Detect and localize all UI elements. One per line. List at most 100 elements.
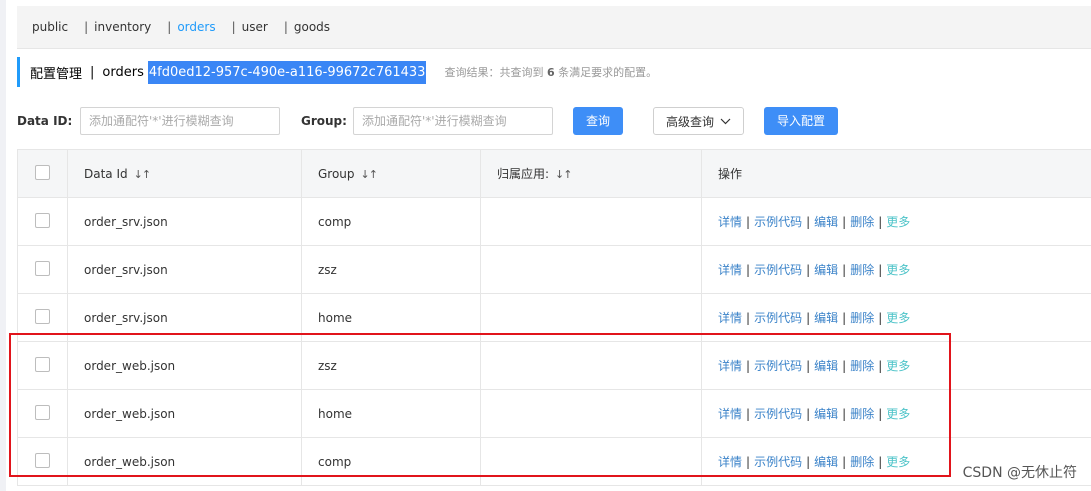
namespace-separator: |	[167, 20, 172, 34]
action-separator: |	[878, 215, 883, 229]
action-link[interactable]: 示例代码	[754, 311, 802, 325]
sort-icon[interactable]: ↓↑	[555, 168, 572, 181]
row-checkbox[interactable]	[35, 356, 50, 372]
row-select-cell	[17, 293, 68, 342]
row-checkbox[interactable]	[35, 212, 50, 228]
action-separator: |	[842, 455, 847, 469]
namespace-id-selected[interactable]: 4fd0ed12-957c-490e-a116-99672c761433	[147, 60, 427, 84]
group-input[interactable]	[353, 107, 553, 135]
data-id-cell: order_web.json	[67, 341, 302, 390]
action-separator: |	[806, 263, 811, 277]
namespace-tab-goods[interactable]: | goods	[276, 20, 338, 34]
table-row: order_web.json home 详情 | 示例代码 | 编辑 | 删除 | 更多	[17, 389, 1091, 438]
action-link[interactable]: 更多	[886, 407, 910, 421]
action-link[interactable]: 详情	[718, 215, 742, 229]
action-separator: |	[806, 215, 811, 229]
action-link[interactable]: 删除	[850, 407, 874, 421]
action-link[interactable]: 编辑	[814, 407, 838, 421]
namespace-tab-public[interactable]: public	[17, 20, 76, 34]
action-link[interactable]: 编辑	[814, 311, 838, 325]
row-select-cell	[17, 197, 68, 246]
action-link[interactable]: 更多	[886, 215, 910, 229]
result-count: 6	[546, 66, 555, 79]
action-separator: |	[746, 311, 751, 325]
column-label: 归属应用:	[497, 167, 550, 181]
row-checkbox[interactable]	[35, 308, 50, 324]
page-header: 配置管理 | orders 4fd0ed12-957c-490e-a116-99…	[17, 57, 657, 87]
group-cell: comp	[301, 437, 481, 486]
select-all-cell	[17, 149, 68, 198]
actions-cell: 详情 | 示例代码 | 编辑 | 删除 | 更多	[701, 197, 1091, 246]
actions-cell: 详情 | 示例代码 | 编辑 | 删除 | 更多	[701, 389, 1091, 438]
action-link[interactable]: 编辑	[814, 215, 838, 229]
select-all-checkbox[interactable]	[35, 164, 50, 180]
page-title: 配置管理	[30, 66, 83, 82]
action-link[interactable]: 删除	[850, 215, 874, 229]
table-row: order_srv.json comp 详情 | 示例代码 | 编辑 | 删除 | 更多	[17, 197, 1091, 246]
action-separator: |	[842, 359, 847, 373]
action-separator: |	[746, 455, 751, 469]
action-link[interactable]: 删除	[850, 311, 874, 325]
action-link[interactable]: 示例代码	[754, 359, 802, 373]
action-link[interactable]: 示例代码	[754, 407, 802, 421]
data-id-cell: order_web.json	[67, 437, 302, 486]
watermark: CSDN @无休止符	[962, 465, 1077, 481]
namespace-label: public	[32, 20, 69, 34]
action-separator: |	[878, 311, 883, 325]
action-link[interactable]: 示例代码	[754, 455, 802, 469]
action-link[interactable]: 详情	[718, 455, 742, 469]
row-checkbox[interactable]	[35, 260, 50, 276]
row-select-cell	[17, 341, 68, 390]
action-link[interactable]: 删除	[850, 455, 874, 469]
column-header-actions: 操作	[701, 149, 1091, 198]
group-cell: comp	[301, 197, 481, 246]
namespace-tab-user[interactable]: | user	[224, 20, 276, 34]
namespace-bar: public | inventory | orders | user | goo…	[17, 6, 1091, 49]
action-link[interactable]: 详情	[718, 311, 742, 325]
actions-cell: 详情 | 示例代码 | 编辑 | 删除 | 更多	[701, 341, 1091, 390]
column-label: Data Id	[84, 166, 128, 181]
advanced-query-button[interactable]: 高级查询	[653, 107, 744, 135]
row-checkbox[interactable]	[35, 404, 50, 420]
data-id-cell: order_srv.json	[67, 197, 302, 246]
action-link[interactable]: 详情	[718, 359, 742, 373]
chevron-down-icon	[720, 118, 731, 124]
action-link[interactable]: 更多	[886, 455, 910, 469]
action-link[interactable]: 更多	[886, 359, 910, 373]
data-id-input[interactable]	[80, 107, 280, 135]
column-label: Group	[318, 166, 355, 181]
action-link[interactable]: 编辑	[814, 359, 838, 373]
action-link[interactable]: 更多	[886, 263, 910, 277]
header-accent-bar	[17, 57, 20, 87]
app-cell	[480, 293, 702, 342]
action-link[interactable]: 示例代码	[754, 263, 802, 277]
namespace-label: inventory	[94, 20, 152, 34]
app-cell	[480, 341, 702, 390]
import-config-button[interactable]: 导入配置	[764, 107, 838, 135]
config-table: Data Id ↓↑ Group ↓↑ 归属应用: ↓↑ 操作 order_srv.j…	[17, 149, 1091, 486]
left-sidebar-edge	[0, 0, 6, 491]
action-link[interactable]: 更多	[886, 311, 910, 325]
action-link[interactable]: 详情	[718, 263, 742, 277]
namespace-tab-orders[interactable]: | orders	[159, 20, 223, 34]
column-header-data-id[interactable]: Data Id ↓↑	[67, 149, 302, 198]
data-id-label: Data ID:	[17, 114, 73, 128]
group-cell: zsz	[301, 245, 481, 294]
action-link[interactable]: 示例代码	[754, 215, 802, 229]
action-separator: |	[878, 407, 883, 421]
sort-icon[interactable]: ↓↑	[134, 168, 151, 181]
group-cell: zsz	[301, 341, 481, 390]
sort-icon[interactable]: ↓↑	[361, 168, 378, 181]
namespace-separator: |	[231, 20, 236, 34]
action-link[interactable]: 编辑	[814, 455, 838, 469]
query-button[interactable]: 查询	[573, 107, 623, 135]
namespace-tab-inventory[interactable]: | inventory	[76, 20, 159, 34]
action-link[interactable]: 详情	[718, 407, 742, 421]
action-separator: |	[746, 263, 751, 277]
action-link[interactable]: 删除	[850, 263, 874, 277]
column-header-group[interactable]: Group ↓↑	[301, 149, 481, 198]
row-checkbox[interactable]	[35, 452, 50, 468]
action-link[interactable]: 删除	[850, 359, 874, 373]
action-link[interactable]: 编辑	[814, 263, 838, 277]
column-header-app[interactable]: 归属应用: ↓↑	[480, 149, 702, 198]
